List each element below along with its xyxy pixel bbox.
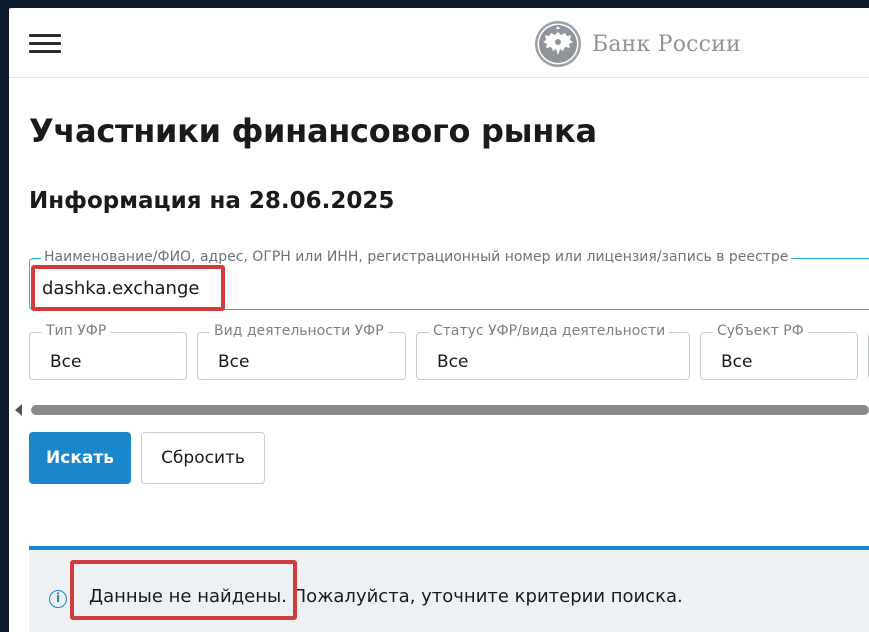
no-results-alert: i Данные не найдены. Пожалуйста, уточнит… — [29, 546, 869, 632]
scroll-left-arrow-icon[interactable] — [15, 404, 22, 416]
top-bar: Банк России — [9, 8, 869, 78]
search-input[interactable] — [42, 276, 742, 300]
filter-value: Все — [721, 352, 753, 372]
horizontal-scrollbar[interactable] — [31, 405, 869, 415]
filter-value: Все — [218, 352, 250, 372]
search-field[interactable]: Наименование/ФИО, адрес, ОГРН или ИНН, р… — [29, 249, 869, 310]
brand-name: Банк России — [592, 31, 741, 57]
page-title: Участники финансового рынка — [29, 112, 597, 150]
reset-button[interactable]: Сбросить — [141, 432, 265, 484]
info-date: Информация на 28.06.2025 — [29, 188, 395, 214]
filter-region[interactable]: Субъект РФ Все — [700, 323, 858, 380]
filter-value: Все — [50, 352, 82, 372]
filter-label: Тип УФР — [42, 323, 111, 339]
info-icon: i — [49, 590, 67, 608]
page: Банк России Участники финансового рынка … — [9, 8, 869, 632]
filter-label: Вид деятельности УФР — [210, 323, 388, 339]
filter-ufr-type[interactable]: Тип УФР Все — [29, 323, 187, 380]
bank-logo[interactable]: Банк России — [534, 20, 741, 68]
filter-status[interactable]: Статус УФР/вида деятельности Все — [416, 323, 690, 380]
filter-label: Субъект РФ — [713, 323, 808, 339]
filter-value: Все — [437, 352, 469, 372]
search-label: Наименование/ФИО, адрес, ОГРН или ИНН, р… — [41, 249, 792, 265]
filter-activity-type[interactable]: Вид деятельности УФР Все — [197, 323, 406, 380]
filter-label: Статус УФР/вида деятельности — [429, 323, 670, 339]
double-headed-eagle-icon — [535, 21, 581, 67]
alert-text: Данные не найдены. Пожалуйста, уточните … — [89, 586, 683, 607]
hamburger-icon[interactable] — [29, 32, 61, 54]
search-button[interactable]: Искать — [29, 432, 131, 484]
